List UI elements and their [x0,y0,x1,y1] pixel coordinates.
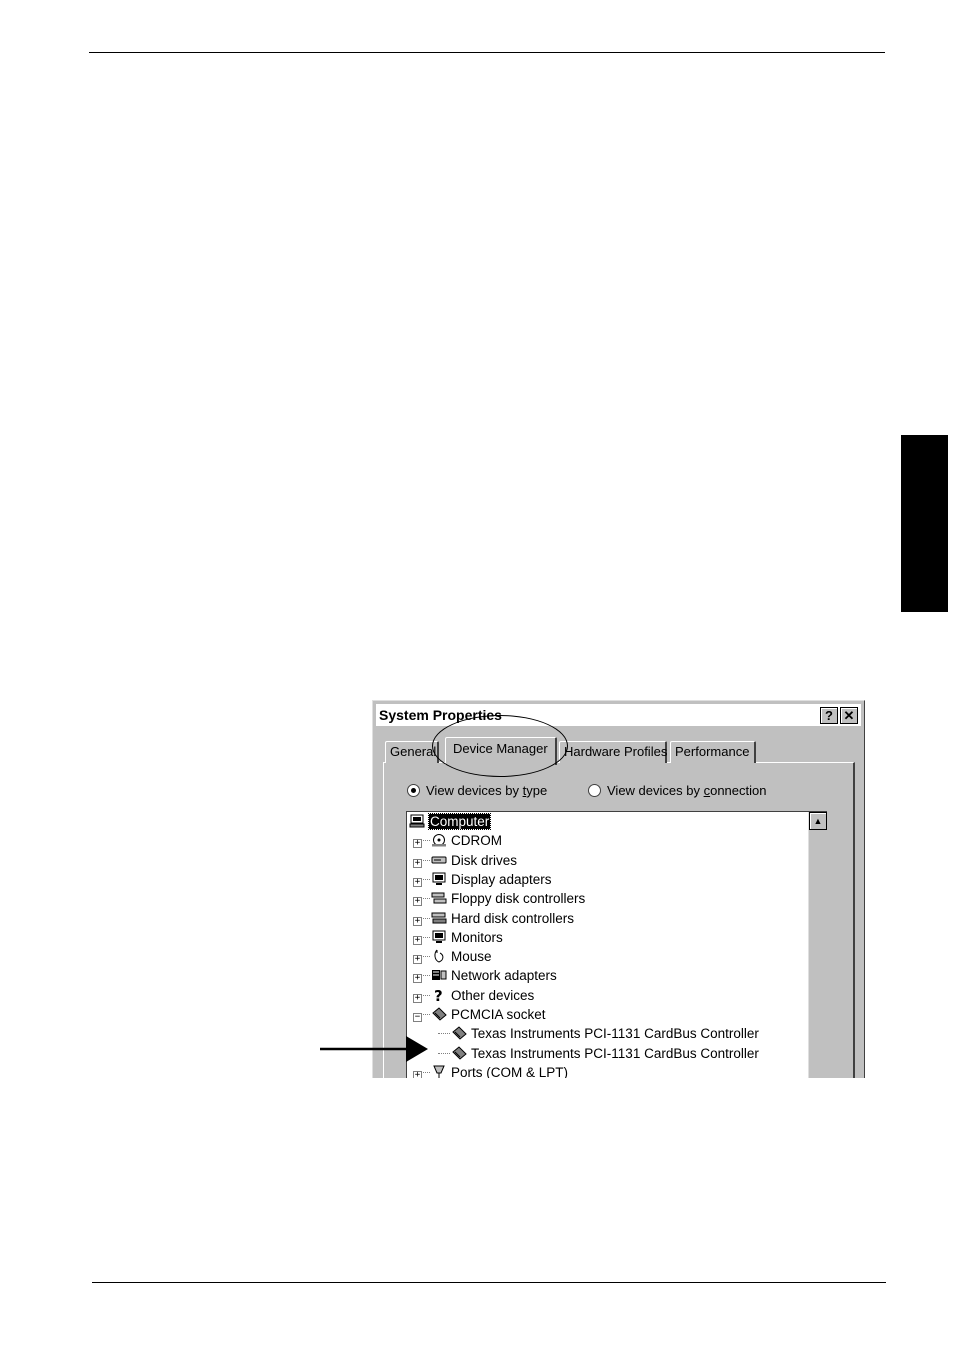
tree-item-label: Texas Instruments PCI-1131 CardBus Contr… [471,1045,759,1061]
tree-item-label: Floppy disk controllers [451,891,586,907]
cdrom-icon [432,834,446,847]
expand-icon[interactable]: + [413,897,422,907]
svg-text:?: ? [434,988,443,1002]
tree-item[interactable]: + Monitors [413,928,503,947]
hard-disk-controller-icon [431,912,447,923]
tree-connector [423,975,430,977]
tree-connector [423,878,430,880]
tree-item-label: Disk drives [451,852,518,868]
view-by-type-radio[interactable]: View devices by type [407,783,547,798]
tree-connector [423,917,430,919]
tree-connector [423,840,430,842]
expand-icon[interactable]: + [413,993,422,1003]
disk-drive-icon [431,856,447,864]
radio-selected-indicator [407,784,420,797]
tree-item-label: Texas Instruments PCI-1131 CardBus Contr… [471,1026,759,1042]
mouse-icon [434,949,444,963]
tree-child-item[interactable]: Texas Instruments PCI-1131 CardBus Contr… [437,1024,759,1043]
tree-item[interactable]: − PCMCIA socket [413,1005,546,1024]
tab-general[interactable]: General [385,741,439,763]
computer-icon [409,814,425,828]
expand-icon[interactable]: + [413,877,422,887]
tree-connector [423,956,430,958]
tree-item[interactable]: + Disk drives [413,851,517,870]
expand-icon[interactable]: + [413,935,422,945]
tree-item-label: Display adapters [451,871,552,887]
tree-item-label: Mouse [451,949,492,965]
tree-item[interactable]: + Ports (COM & LPT) [413,1063,568,1078]
tab-hardware-profiles[interactable]: Hardware Profiles [559,741,667,763]
tree-connector [438,1052,450,1054]
scroll-up-arrow-icon[interactable]: ▲ [809,812,827,830]
tree-item-label: Ports (COM & LPT) [451,1064,569,1078]
title-bar[interactable]: System Properties ? ✕ [376,704,861,726]
highlight-ellipse [432,715,568,777]
pcmcia-icon [452,1026,467,1040]
tree-connector [423,859,430,861]
floppy-controller-icon [431,892,447,904]
tree-connector [423,1071,430,1073]
expand-icon[interactable]: + [413,1070,422,1078]
side-thumb-tab [901,435,948,612]
tree-item[interactable]: + Network adapters [413,966,557,985]
expand-icon[interactable]: + [413,974,422,984]
tree-root-label: Computer [427,813,492,830]
tree-connector [423,994,430,996]
tree-root-computer[interactable]: Computer [409,812,492,831]
tree-item-label: Monitors [451,929,503,945]
display-icon [432,872,446,885]
question-icon: ? [434,988,443,1002]
view-by-type-label: View devices by type [426,783,548,798]
collapse-icon[interactable]: − [413,1013,422,1022]
view-by-connection-label: View devices by connection [607,783,767,798]
tree-connector [423,936,430,938]
tree-connector [423,1014,430,1015]
tree-item[interactable]: + Mouse [413,947,492,966]
tree-connector [438,1033,450,1035]
tree-item[interactable]: +? Other devices [413,986,534,1005]
vertical-scrollbar[interactable]: ▲ [808,812,827,1078]
pcmcia-icon [452,1045,467,1060]
radio-unselected-indicator [588,784,601,797]
tree-item-label: CDROM [451,833,502,849]
expand-icon[interactable]: + [413,955,422,965]
monitor-icon [432,930,446,943]
pcmcia-icon [432,1007,447,1021]
tree-item-label: PCMCIA socket [451,1007,546,1022]
tab-performance[interactable]: Performance [670,741,756,763]
footer-rule [92,1282,886,1283]
expand-icon[interactable]: + [413,839,422,849]
tree-item-label: Network adapters [451,968,557,984]
header-rule [89,52,885,53]
pointer-arrow [320,1036,428,1062]
close-button[interactable]: ✕ [840,707,858,724]
tree-item-label: Hard disk controllers [451,910,575,926]
tree-item[interactable]: + CDROM [413,831,502,850]
device-tree[interactable]: Computer + CDROM + Disk drives + Display adap… [406,811,827,1078]
port-icon [433,1065,445,1078]
tree-item[interactable]: + Floppy disk controllers [413,889,585,908]
tree-child-item[interactable]: Texas Instruments PCI-1131 CardBus Contr… [437,1044,759,1063]
view-by-connection-radio[interactable]: View devices by connection [588,783,766,798]
tree-item[interactable]: + Display adapters [413,870,552,889]
network-icon [432,970,447,981]
tree-connector [423,898,430,900]
help-button[interactable]: ? [820,707,838,724]
tree-item-label: Other devices [451,987,535,1003]
tree-item[interactable]: + Hard disk controllers [413,909,574,928]
expand-icon[interactable]: + [413,916,422,926]
expand-icon[interactable]: + [413,858,422,868]
